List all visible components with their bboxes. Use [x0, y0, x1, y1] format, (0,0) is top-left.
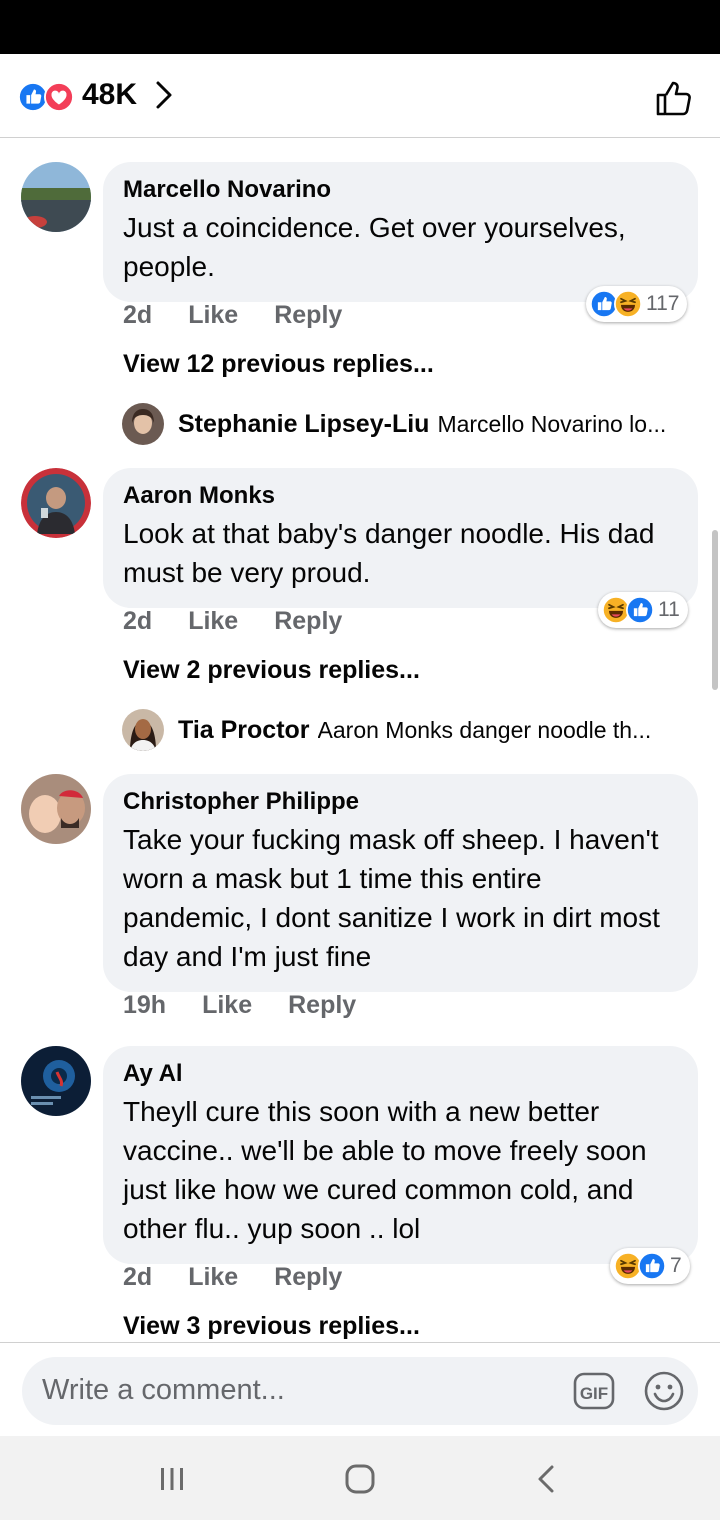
reply-button[interactable]: Reply: [274, 1263, 342, 1292]
comment-author[interactable]: Ay Al: [123, 1060, 678, 1088]
reply-text: Aaron Monks danger noodle th...: [317, 716, 652, 743]
reply-preview[interactable]: Stephanie Lipsey-Liu Marcello Novarino l…: [122, 402, 692, 446]
comment-reactions[interactable]: 117: [586, 286, 688, 322]
comment-time: 2d: [123, 1263, 153, 1291]
avatar[interactable]: [21, 162, 91, 232]
comment-placeholder[interactable]: Write a comment...: [42, 1374, 285, 1407]
avatar[interactable]: [122, 709, 164, 751]
gif-icon[interactable]: GIF: [572, 1369, 616, 1413]
avatar[interactable]: [122, 403, 164, 445]
reaction-count: 11: [658, 598, 680, 621]
reaction-count: 117: [646, 292, 680, 315]
like-icon: [18, 82, 48, 112]
reply-button[interactable]: Reply: [274, 607, 342, 636]
home-icon[interactable]: [340, 1462, 380, 1496]
svg-text:GIF: GIF: [580, 1384, 608, 1403]
comment-actions: 19h Like Reply: [123, 991, 392, 1020]
comment-bubble[interactable]: Marcello Novarino Just a coincidence. Ge…: [103, 162, 698, 302]
haha-icon: [614, 290, 642, 318]
emoji-icon[interactable]: [642, 1369, 686, 1413]
comment-bubble[interactable]: Aaron Monks Look at that baby's danger n…: [103, 468, 698, 608]
comment-author[interactable]: Aaron Monks: [123, 482, 678, 510]
recent-apps-icon[interactable]: [152, 1462, 192, 1496]
avatar[interactable]: [21, 774, 91, 844]
reaction-count: 7: [670, 1254, 682, 1277]
back-icon[interactable]: [528, 1462, 568, 1496]
comment-author[interactable]: Marcello Novarino: [123, 176, 678, 204]
like-icon: [626, 596, 654, 624]
comment-reactions[interactable]: 11: [598, 592, 688, 628]
like-button[interactable]: Like: [188, 301, 238, 330]
comment-actions: 2d Like Reply: [123, 607, 378, 636]
like-icon: [638, 1252, 666, 1280]
view-replies-link[interactable]: View 2 previous replies...: [123, 656, 420, 685]
scrollbar[interactable]: [712, 530, 718, 690]
like-post-icon[interactable]: [654, 78, 694, 118]
reaction-icons: [18, 82, 74, 112]
view-replies-link[interactable]: View 3 previous replies...: [123, 1312, 420, 1341]
reply-text: Marcello Novarino lo...: [437, 410, 667, 437]
reaction-count[interactable]: 48K: [82, 78, 137, 112]
comment-composer-area: Write a comment... GIF: [0, 1342, 720, 1436]
like-button[interactable]: Like: [188, 607, 238, 636]
comments-sheet: 48K Marcello Novarino Just a coincidence…: [0, 54, 720, 1436]
comment-time: 19h: [123, 991, 167, 1019]
comment-author[interactable]: Christopher Philippe: [123, 788, 678, 816]
reply-button[interactable]: Reply: [274, 301, 342, 330]
comment-time: 2d: [123, 301, 153, 329]
view-replies-link[interactable]: View 12 previous replies...: [123, 350, 434, 379]
reply-button[interactable]: Reply: [288, 991, 356, 1020]
comment-text: Look at that baby's danger noodle. His d…: [123, 518, 655, 588]
comment-time: 2d: [123, 607, 153, 635]
comment-reactions[interactable]: 7: [610, 1248, 690, 1284]
comment-actions: 2d Like Reply: [123, 1263, 378, 1292]
chevron-right-icon[interactable]: [152, 78, 176, 112]
comment-text: Just a coincidence. Get over yourselves,…: [123, 212, 626, 282]
avatar[interactable]: [21, 1046, 91, 1116]
comment-actions: 2d Like Reply: [123, 301, 378, 330]
system-nav-bar: [0, 1436, 720, 1520]
comment-input[interactable]: Write a comment... GIF: [22, 1357, 698, 1425]
comment-bubble[interactable]: Christopher Philippe Take your fucking m…: [103, 774, 698, 992]
status-bar: [0, 0, 720, 54]
comment-bubble[interactable]: Ay Al Theyll cure this soon with a new b…: [103, 1046, 698, 1264]
reply-preview[interactable]: Tia Proctor Aaron Monks danger noodle th…: [122, 708, 692, 752]
like-button[interactable]: Like: [188, 1263, 238, 1292]
comment-text: Take your fucking mask off sheep. I have…: [123, 824, 660, 972]
like-button[interactable]: Like: [202, 991, 252, 1020]
reactions-header[interactable]: 48K: [0, 54, 720, 138]
love-icon: [44, 82, 74, 112]
comment-text: Theyll cure this soon with a new better …: [123, 1096, 647, 1244]
avatar[interactable]: [21, 468, 91, 538]
reply-author[interactable]: Stephanie Lipsey-Liu: [178, 410, 429, 439]
reply-author[interactable]: Tia Proctor: [178, 716, 310, 745]
